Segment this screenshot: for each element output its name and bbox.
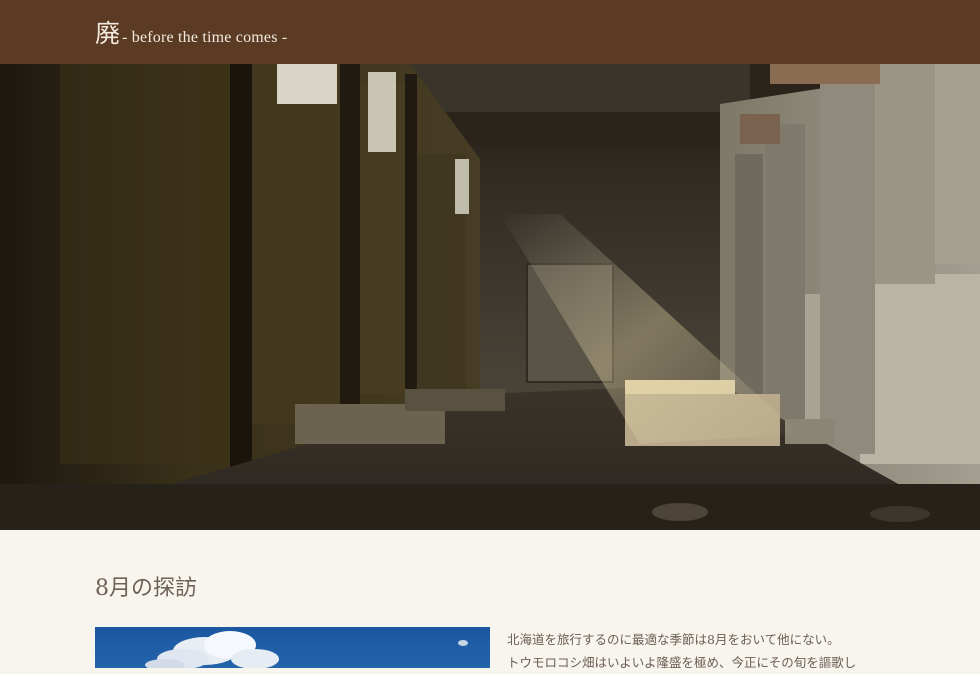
site-title-kanji: 廃 [95,19,121,48]
site-title-link[interactable]: 廃 - before the time comes - [95,14,287,50]
article-text: 北海道を旅行するのに最適な季節は8月をおいて他にない。 トウモロコシ畑はいよいよ… [507,628,927,674]
site-header: 廃 - before the time comes - [0,0,980,64]
article-photo [95,627,490,668]
site-tagline: - before the time comes - [122,29,288,46]
article-paragraph: トウモロコシ畑はいよいよ隆盛を極め、今正にその旬を謳歌し [507,655,857,670]
section-heading: 8月の探訪 [95,576,197,601]
article-paragraph: 北海道を旅行するのに最適な季節は8月をおいて他にない。 [507,632,840,647]
hero-image [0,64,980,530]
